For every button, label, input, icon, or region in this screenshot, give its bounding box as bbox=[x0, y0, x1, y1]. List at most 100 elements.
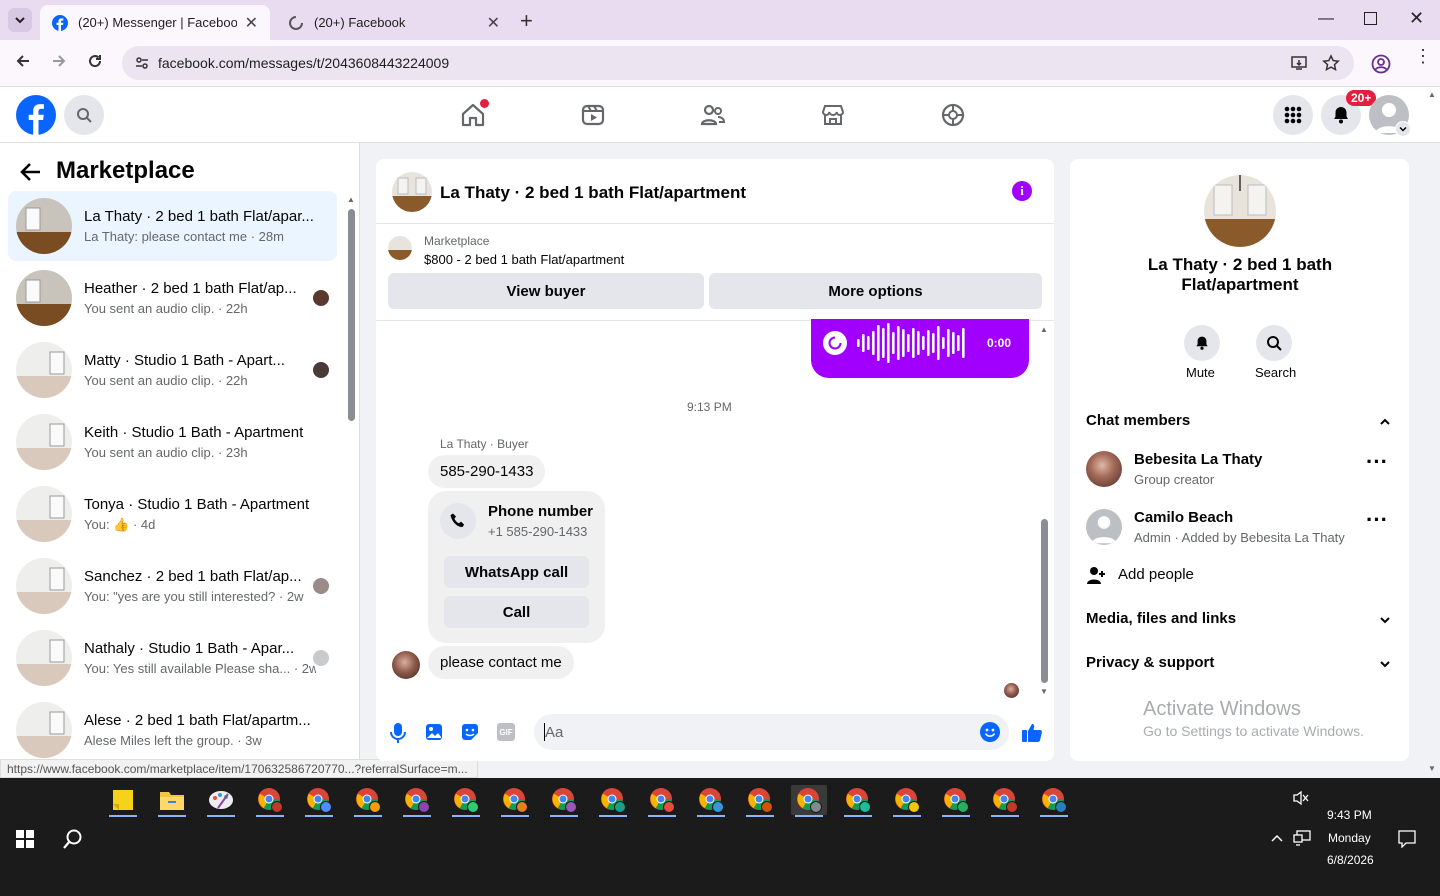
tab-messenger[interactable]: (20+) Messenger | Facebook ✕ bbox=[40, 5, 270, 40]
message-input[interactable]: Aa bbox=[534, 714, 1009, 750]
sender-avatar[interactable] bbox=[392, 651, 420, 679]
install-app-icon[interactable] bbox=[1290, 54, 1308, 72]
conversation-item[interactable]: Nathaly · Studio 1 Bath - Apar... You: Ye… bbox=[8, 623, 337, 693]
paint-app-icon[interactable] bbox=[203, 785, 239, 817]
add-people-button[interactable]: Add people bbox=[1118, 566, 1194, 583]
listing-title[interactable]: $800 - 2 bed 1 bath Flat/apartment bbox=[424, 252, 624, 267]
scroll-thumb[interactable] bbox=[1041, 519, 1048, 683]
forward-button[interactable] bbox=[50, 52, 68, 70]
gif-icon[interactable]: GIF bbox=[497, 723, 515, 741]
scroll-up-arrow[interactable]: ▲ bbox=[347, 195, 355, 204]
menu-button[interactable] bbox=[1273, 95, 1313, 135]
scroll-thumb[interactable] bbox=[348, 209, 355, 421]
volume-muted-icon[interactable] bbox=[1293, 790, 1309, 806]
photo-icon[interactable] bbox=[425, 723, 443, 741]
member-avatar[interactable] bbox=[1086, 509, 1122, 545]
nav-video[interactable] bbox=[580, 102, 606, 128]
chrome-profile-icon[interactable] bbox=[644, 785, 680, 817]
search-button[interactable] bbox=[64, 95, 104, 135]
last-message-bubble[interactable]: please contact me bbox=[428, 646, 574, 679]
audio-play-button[interactable] bbox=[823, 331, 847, 355]
conversation-item[interactable]: Alese · 2 bed 1 bath Flat/apartm... Alese… bbox=[8, 695, 337, 765]
conversation-info-button[interactable]: i bbox=[1012, 181, 1032, 201]
scroll-up-arrow[interactable]: ▲ bbox=[1040, 325, 1048, 334]
member-avatar[interactable] bbox=[1086, 451, 1122, 487]
nav-friends[interactable] bbox=[700, 102, 726, 128]
chrome-profile-icon[interactable] bbox=[938, 785, 974, 817]
conversation-item[interactable]: Sanchez · 2 bed 1 bath Flat/ap... You: "y… bbox=[8, 551, 337, 621]
chrome-profile-icon[interactable] bbox=[1036, 785, 1072, 817]
add-person-icon[interactable] bbox=[1086, 565, 1106, 585]
clock-time[interactable]: 9:43 PM bbox=[1327, 808, 1372, 822]
details-avatar[interactable] bbox=[1204, 175, 1276, 247]
new-tab-button[interactable]: + bbox=[520, 8, 533, 34]
audio-clip-bubble[interactable]: 0:00 bbox=[811, 319, 1029, 378]
nav-marketplace[interactable] bbox=[820, 102, 846, 128]
chat-header-avatar[interactable] bbox=[392, 172, 432, 212]
chrome-profile-icon[interactable] bbox=[840, 785, 876, 817]
scroll-down-arrow[interactable]: ▼ bbox=[1040, 687, 1048, 696]
facebook-logo-icon[interactable] bbox=[16, 95, 56, 135]
chevron-down-icon[interactable] bbox=[1379, 614, 1391, 626]
chrome-profile-icon[interactable] bbox=[350, 785, 386, 817]
page-scroll-up-arrow[interactable]: ▲ bbox=[1428, 90, 1436, 99]
account-chevron[interactable] bbox=[1395, 121, 1411, 137]
clock-date[interactable]: 6/8/2026 bbox=[1327, 853, 1374, 867]
sidebar-scrollbar[interactable]: ▲ bbox=[345, 195, 357, 778]
messages-scrollbar[interactable]: ▲ ▼ bbox=[1038, 325, 1050, 699]
close-window-button[interactable]: ✕ bbox=[1409, 8, 1424, 29]
sticker-icon[interactable] bbox=[461, 723, 479, 741]
phone-message-bubble[interactable]: 585-290-1433 bbox=[428, 455, 546, 488]
conversation-item[interactable]: Keith · Studio 1 Bath - Apartment You sen… bbox=[8, 407, 337, 477]
chrome-profile-icon[interactable] bbox=[399, 785, 435, 817]
call-button[interactable]: Call bbox=[444, 596, 589, 628]
phone-number-card[interactable]: Phone number +1 585-290-1433 WhatsApp ca… bbox=[428, 491, 605, 643]
file-explorer-icon[interactable] bbox=[154, 785, 190, 817]
conversation-item[interactable]: Matty · Studio 1 Bath - Apart... You sent… bbox=[8, 335, 337, 405]
bookmark-star-icon[interactable] bbox=[1322, 54, 1340, 72]
reload-button[interactable] bbox=[86, 52, 104, 70]
chevron-up-icon[interactable] bbox=[1379, 416, 1391, 428]
emoji-icon[interactable] bbox=[980, 722, 1000, 742]
chrome-profile-icon[interactable] bbox=[448, 785, 484, 817]
address-bar[interactable]: facebook.com/messages/t/2043608443224009 bbox=[122, 46, 1354, 80]
hidden-icons-chevron-icon[interactable] bbox=[1270, 833, 1284, 843]
notification-center-icon[interactable] bbox=[1398, 830, 1416, 848]
back-button[interactable] bbox=[14, 52, 32, 70]
chevron-down-icon[interactable] bbox=[1379, 658, 1391, 670]
chrome-profile-icon[interactable] bbox=[301, 785, 337, 817]
nav-gaming[interactable] bbox=[940, 102, 966, 128]
chrome-profile-icon[interactable] bbox=[497, 785, 533, 817]
member-options-icon[interactable]: ··· bbox=[1366, 451, 1388, 473]
page-scroll-down-arrow[interactable]: ▼ bbox=[1428, 764, 1436, 773]
thumbs-up-icon[interactable] bbox=[1021, 721, 1043, 743]
close-tab-icon[interactable]: ✕ bbox=[487, 13, 500, 33]
member-name[interactable]: Bebesita La Thaty bbox=[1134, 451, 1262, 468]
more-options-button[interactable]: More options bbox=[709, 273, 1042, 309]
tab-search-button[interactable] bbox=[8, 8, 32, 32]
view-buyer-button[interactable]: View buyer bbox=[388, 273, 704, 309]
conversation-item[interactable]: La Thaty · 2 bed 1 bath Flat/apar... La T… bbox=[8, 191, 337, 261]
windows-start-icon[interactable] bbox=[16, 830, 34, 848]
back-arrow-button[interactable] bbox=[20, 161, 42, 183]
chrome-profile-icon[interactable] bbox=[987, 785, 1023, 817]
sticky-notes-icon[interactable] bbox=[105, 785, 141, 817]
chrome-profile-icon[interactable] bbox=[742, 785, 778, 817]
chat-members-header[interactable]: Chat members bbox=[1086, 412, 1190, 429]
profile-icon[interactable] bbox=[1371, 54, 1391, 74]
media-files-links-header[interactable]: Media, files and links bbox=[1086, 610, 1236, 627]
network-icon[interactable] bbox=[1293, 830, 1311, 846]
whatsapp-call-button[interactable]: WhatsApp call bbox=[444, 556, 589, 588]
chrome-profile-icon[interactable] bbox=[693, 785, 729, 817]
windows-search-icon[interactable] bbox=[62, 828, 84, 850]
listing-thumbnail[interactable] bbox=[388, 236, 412, 260]
chrome-profile-icon[interactable] bbox=[595, 785, 631, 817]
chrome-profile-icon[interactable] bbox=[252, 785, 288, 817]
tab-facebook[interactable]: (20+) Facebook ✕ bbox=[276, 5, 512, 40]
minimize-button[interactable]: — bbox=[1318, 10, 1334, 28]
conversation-item[interactable]: Tonya · Studio 1 Bath - Apartment You: 👍 … bbox=[8, 479, 337, 549]
chrome-profile-icon[interactable] bbox=[889, 785, 925, 817]
browser-menu-icon[interactable]: ⋮ bbox=[1414, 47, 1432, 65]
maximize-button[interactable] bbox=[1364, 12, 1377, 25]
chrome-profile-icon[interactable] bbox=[791, 785, 827, 817]
